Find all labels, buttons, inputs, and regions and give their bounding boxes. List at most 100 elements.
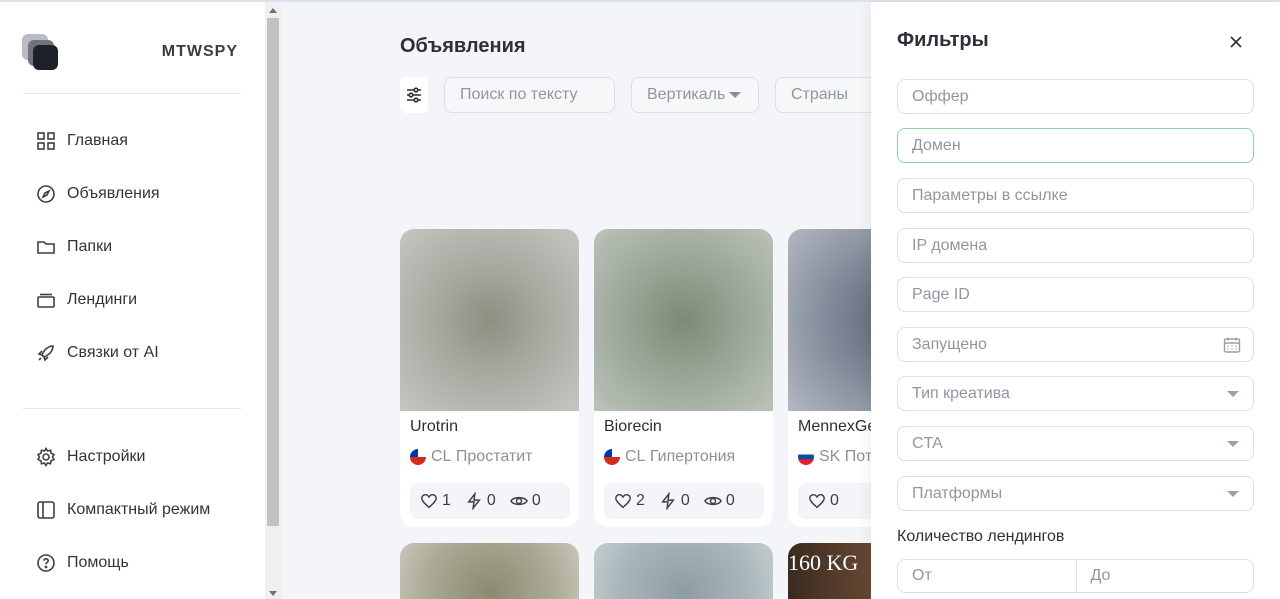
- domain-ip-input[interactable]: IP домена: [897, 228, 1254, 263]
- lightning-icon: [467, 492, 481, 510]
- grid-icon: [35, 130, 57, 152]
- sidebar-item-label: Компактный режим: [67, 501, 211, 518]
- likes-stat: 2: [614, 492, 645, 510]
- ad-card[interactable]: Urotrin CL Простатит 1 0 0: [400, 229, 579, 527]
- calendar-icon[interactable]: [1223, 336, 1241, 354]
- heart-icon: [809, 493, 825, 509]
- sidebar-item-landings[interactable]: Лендинги: [35, 285, 137, 315]
- sidebar-panel-icon: [35, 499, 57, 521]
- views-stat: 0: [703, 492, 735, 510]
- heart-icon: [615, 493, 631, 509]
- close-button[interactable]: [1227, 33, 1245, 51]
- sidebar-item-label: Связки от AI: [67, 344, 159, 361]
- sidebar-item-label: Папки: [67, 238, 112, 255]
- ad-vertical: Гипертония: [649, 448, 736, 465]
- sidebar-item-home[interactable]: Главная: [35, 126, 128, 156]
- page-id-input[interactable]: Page ID: [897, 277, 1254, 312]
- ad-country: CL: [625, 448, 646, 465]
- platforms-select[interactable]: Платформы: [897, 476, 1254, 511]
- ad-thumbnail[interactable]: [400, 543, 579, 599]
- sidebar-divider: [23, 93, 241, 94]
- domain-input[interactable]: Домен: [897, 128, 1254, 163]
- launched-date-label: Запущено: [912, 335, 987, 353]
- sidebar-item-label: Помощь: [67, 554, 129, 571]
- ad-vertical: Простатит: [455, 448, 533, 465]
- ad-meta: CL Простатит: [410, 448, 533, 466]
- help-icon: [35, 552, 57, 574]
- chevron-down-icon: [1227, 391, 1239, 397]
- sidebar-item-compact-mode[interactable]: Компактный режим: [35, 495, 210, 525]
- offer-input[interactable]: Оффер: [897, 79, 1254, 114]
- landings-from-input[interactable]: От: [898, 560, 1076, 592]
- ad-thumbnail[interactable]: [594, 543, 773, 599]
- brand[interactable]: MTWSPY: [22, 32, 242, 72]
- lightning-icon: [661, 492, 675, 510]
- sliders-icon: [407, 87, 421, 103]
- sidebar-item-label: Лендинги: [67, 291, 138, 308]
- sidebar-item-ai-bundles[interactable]: Связки от AI: [35, 338, 159, 368]
- ad-meta: SK Поте: [798, 448, 881, 466]
- gear-icon: [35, 446, 57, 468]
- cta-select[interactable]: CTA: [897, 426, 1254, 461]
- ad-meta: CL Гипертония: [604, 448, 735, 466]
- rocket-icon: [35, 342, 57, 364]
- ad-stats: 2 0 0: [604, 483, 764, 519]
- search-input[interactable]: Поиск по тексту: [444, 77, 615, 113]
- ad-card[interactable]: Biorecin CL Гипертония 2 0 0: [594, 229, 773, 527]
- link-params-input[interactable]: Параметры в ссылке: [897, 178, 1254, 213]
- filters-toggle-button[interactable]: [400, 77, 428, 113]
- ad-name: Biorecin: [604, 418, 662, 435]
- clicks-stat: 0: [659, 492, 690, 510]
- landings-count-range: От До: [897, 559, 1254, 593]
- scroll-down-icon[interactable]: [269, 591, 277, 596]
- likes-stat: 0: [808, 492, 839, 510]
- landings-to-input[interactable]: До: [1075, 560, 1254, 592]
- sidebar-item-label: Настройки: [67, 448, 146, 465]
- brand-name: MTWSPY: [161, 43, 238, 60]
- thumbnail-overlay-text: 160 KG: [788, 550, 859, 575]
- chile-flag-icon: [604, 449, 620, 465]
- sidebar-item-folders[interactable]: Папки: [35, 232, 112, 262]
- chevron-down-icon: [1227, 491, 1239, 497]
- ad-country: CL: [431, 448, 452, 465]
- sidebar-item-label: Объявления: [67, 185, 160, 202]
- sidebar: MTWSPY Главная Объявления Папки Лендинги…: [0, 2, 265, 599]
- slovakia-flag-icon: [798, 449, 814, 465]
- ad-stats: 1 0 0: [410, 483, 570, 519]
- sidebar-item-help[interactable]: Помощь: [35, 548, 129, 578]
- layers-icon: [35, 289, 57, 311]
- filters-panel: Фильтры Оффер Домен Параметры в ссылке I…: [871, 2, 1280, 599]
- chile-flag-icon: [410, 449, 426, 465]
- creative-type-select[interactable]: Тип креатива: [897, 376, 1254, 411]
- scroll-thumb[interactable]: [267, 18, 279, 526]
- sidebar-divider: [23, 408, 241, 409]
- close-icon: [1230, 36, 1242, 48]
- logo-icon: [22, 34, 60, 72]
- landings-count-label: Количество лендингов: [897, 528, 1065, 545]
- ad-country: SK: [819, 448, 841, 465]
- filters-title: Фильтры: [897, 29, 989, 51]
- sidebar-item-label: Главная: [67, 132, 128, 149]
- clicks-stat: 0: [465, 492, 496, 510]
- scroll-up-icon[interactable]: [269, 8, 277, 13]
- page-title: Объявления: [400, 35, 526, 57]
- sidebar-item-ads[interactable]: Объявления: [35, 179, 160, 209]
- chevron-down-icon: [1227, 441, 1239, 447]
- creative-type-label: Тип креатива: [912, 384, 1010, 402]
- cta-label: CTA: [912, 434, 943, 452]
- sidebar-scrollbar[interactable]: [265, 2, 281, 599]
- ad-name: Urotrin: [410, 418, 459, 435]
- ad-thumbnail[interactable]: [400, 229, 579, 411]
- ad-thumbnail[interactable]: [594, 229, 773, 411]
- eye-icon: [509, 496, 528, 506]
- platforms-label: Платформы: [912, 484, 1003, 502]
- vertical-select[interactable]: Вертикаль: [631, 77, 759, 113]
- caret-down-icon: [729, 92, 742, 98]
- likes-stat: 1: [420, 492, 451, 510]
- eye-icon: [703, 496, 722, 506]
- ad-name: MennexGe: [798, 418, 877, 435]
- sidebar-item-settings[interactable]: Настройки: [35, 442, 145, 472]
- launched-date-input[interactable]: Запущено: [897, 327, 1254, 362]
- compass-icon: [35, 183, 57, 205]
- folder-icon: [35, 236, 57, 258]
